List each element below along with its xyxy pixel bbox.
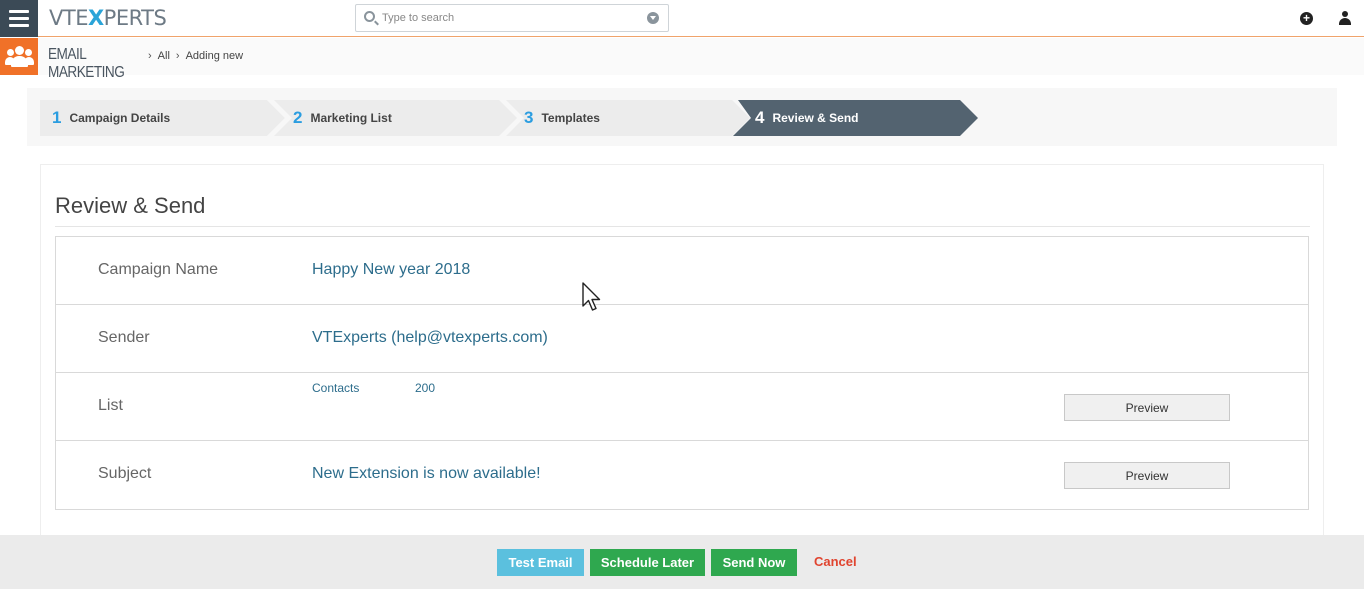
- table-row: Subject New Extension is now available! …: [56, 441, 1308, 509]
- step-2[interactable]: 2 Marketing List: [293, 100, 392, 136]
- step-3[interactable]: 3 Templates: [524, 100, 600, 136]
- list-label: List: [98, 397, 123, 414]
- campaign-name-label: Campaign Name: [98, 261, 219, 278]
- mouse-cursor-icon: [582, 282, 601, 311]
- sender-label: Sender: [98, 329, 150, 346]
- send-now-button[interactable]: Send Now: [711, 549, 797, 576]
- add-icon[interactable]: +: [1300, 12, 1313, 25]
- user-icon[interactable]: [1339, 11, 1351, 25]
- review-table: Campaign Name Happy New year 2018 Sender…: [55, 236, 1309, 510]
- breadcrumb-current: Adding new: [185, 50, 244, 62]
- schedule-later-button[interactable]: Schedule Later: [590, 549, 705, 576]
- chevron-right-icon: ›: [148, 50, 152, 62]
- list-preview-button[interactable]: Preview: [1064, 394, 1230, 421]
- breadcrumb-module[interactable]: EMAIL MARKETING: [48, 46, 133, 82]
- review-panel: Review & Send Campaign Name Happy New ye…: [40, 164, 1324, 544]
- top-bar: VTEXPERTS +: [0, 0, 1364, 37]
- list-count: 200: [415, 381, 436, 395]
- step-4[interactable]: 4 Review & Send: [755, 100, 859, 136]
- table-row: Campaign Name Happy New year 2018: [56, 237, 1308, 305]
- breadcrumb: EMAIL MARKETING › All › Adding new: [48, 46, 249, 82]
- app-logo[interactable]: VTEXPERTS: [49, 6, 167, 30]
- page-title: Review & Send: [55, 193, 206, 218]
- step-1[interactable]: 1 Campaign Details: [52, 100, 170, 136]
- subject-value: New Extension is now available!: [312, 465, 541, 482]
- wizard-steps: 1 Campaign Details 2 Marketing List 3 Te…: [27, 88, 1337, 146]
- cancel-link[interactable]: Cancel: [814, 554, 857, 569]
- breadcrumb-all[interactable]: All: [158, 50, 170, 62]
- email-marketing-module-icon: [0, 38, 38, 75]
- table-row: List Contacts 200 Preview: [56, 373, 1308, 441]
- search-options-icon[interactable]: [647, 12, 659, 24]
- search-icon: [364, 11, 375, 22]
- global-search: [355, 4, 669, 32]
- campaign-name-value: Happy New year 2018: [312, 261, 471, 278]
- list-name: Contacts: [312, 381, 360, 395]
- module-bar: EMAIL MARKETING › All › Adding new: [0, 38, 1364, 81]
- test-email-button[interactable]: Test Email: [497, 549, 584, 576]
- steps-arrows: [40, 100, 978, 136]
- subject-label: Subject: [98, 465, 152, 482]
- subject-preview-button[interactable]: Preview: [1064, 462, 1230, 489]
- action-footer: Test Email Schedule Later Send Now Cance…: [0, 535, 1364, 589]
- divider: [55, 226, 1310, 227]
- menu-icon[interactable]: [0, 0, 38, 37]
- sender-value: VTExperts (help@vtexperts.com): [312, 329, 548, 346]
- chevron-right-icon: ›: [175, 50, 180, 62]
- table-row: Sender VTExperts (help@vtexperts.com): [56, 305, 1308, 373]
- search-input[interactable]: [382, 9, 642, 27]
